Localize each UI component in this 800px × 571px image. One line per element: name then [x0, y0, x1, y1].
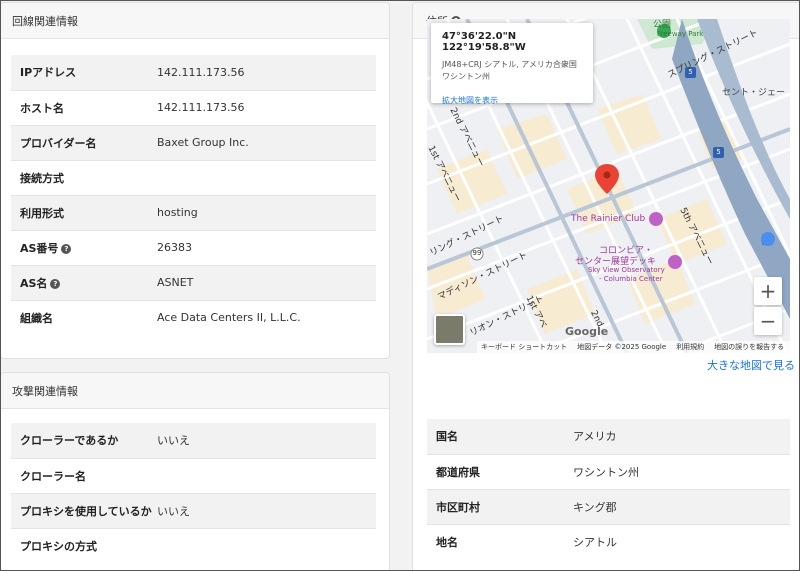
row-value: いいえ	[157, 423, 376, 458]
table-row: クローラーであるか いいえ	[11, 423, 376, 458]
row-label: クローラー名	[11, 457, 157, 493]
line-info-table: IPアドレス 142.111.173.56 ホスト名 142.111.173.56 …	[11, 55, 376, 335]
embedded-map[interactable]: 公園 Freeway Park スプリング・ストリート セント・ジェー 2nd …	[427, 19, 790, 353]
table-row: AS番号? 26383	[11, 229, 376, 265]
row-label: 利用形式	[20, 206, 64, 220]
table-row: クローラー名	[11, 457, 376, 493]
zoom-in-button[interactable]: +	[754, 277, 782, 305]
address-card: 住所?	[412, 2, 800, 571]
question-circle-icon[interactable]: ?	[61, 243, 72, 254]
row-label: プロバイダー名	[20, 136, 97, 150]
row-value: シアトル	[573, 523, 790, 559]
satellite-toggle[interactable]	[434, 314, 465, 345]
interstate-5-shield: 5	[716, 148, 721, 156]
table-row: プロバイダー名 Baxet Group Inc.	[11, 124, 376, 160]
table-row: ホスト名 142.111.173.56	[11, 89, 376, 125]
row-label: IPアドレス	[20, 66, 77, 80]
table-row: プロキシを使用しているか いいえ	[11, 492, 376, 528]
interstate-5-shield: 5	[688, 68, 693, 76]
row-value: いいえ	[157, 492, 376, 528]
line-info-card: 回線関連情報 IPアドレス 142.111.173.56 ホスト名 142.111.…	[0, 2, 390, 359]
row-value: 26383	[157, 229, 376, 265]
map-label-park: 公園	[653, 20, 672, 30]
map-plus-code: JM48+CRJ シアトル, アメリカ合衆国	[442, 60, 577, 69]
table-row: 地名 シアトル	[427, 523, 790, 559]
table-row: 利用形式 hosting	[11, 194, 376, 230]
row-value	[157, 159, 376, 195]
highway-99-shield: 99	[472, 249, 482, 257]
row-value: Baxet Group Inc.	[157, 124, 376, 160]
table-row: プロキシの方式	[11, 527, 376, 563]
row-value: 142.111.173.56	[157, 89, 376, 125]
row-label: AS番号	[20, 241, 59, 255]
table-row: 接続方式	[11, 159, 376, 195]
report-error-link[interactable]: 地図の誤りを報告する	[714, 342, 784, 352]
table-row: 国名 アメリカ	[427, 419, 790, 454]
row-value: 142.111.173.56	[157, 55, 376, 90]
row-value: ワシントン州	[573, 453, 790, 489]
row-label: プロキシの方式	[11, 527, 157, 563]
map-label-rainier-club: The Rainier Club	[571, 214, 646, 224]
row-label: 市区町村	[427, 488, 573, 524]
row-value: ASNET	[157, 264, 376, 300]
row-value: Ace Data Centers II, L.L.C.	[157, 299, 376, 335]
map-attribution-bar: キーボード ショートカット 地図データ ©2025 Google 利用規約 地図…	[477, 341, 790, 353]
row-label: 組織名	[20, 311, 53, 325]
zoom-out-button[interactable]: −	[754, 307, 782, 335]
line-info-title: 回線関連情報	[1, 3, 389, 39]
row-label: ホスト名	[20, 101, 64, 115]
enlarge-map-link[interactable]: 拡大地図を表示	[442, 95, 593, 106]
map-label-freeway-park: Freeway Park	[657, 30, 704, 38]
map-info-popup: 47°36'22.0"N 122°19'58.8"W JM48+CRJ シアトル…	[431, 23, 593, 106]
question-circle-icon[interactable]: ?	[50, 278, 61, 289]
row-label: プロキシを使用しているか	[11, 492, 157, 528]
attack-info-table: クローラーであるか いいえ クローラー名 プロキシを使用しているか いいえ プロキシ…	[11, 423, 376, 563]
row-value: キング郡	[573, 488, 790, 524]
table-row: IPアドレス 142.111.173.56	[11, 55, 376, 90]
row-value	[157, 527, 376, 563]
row-label: 地名	[427, 523, 573, 559]
map-label-seneca: セント・ジェー	[722, 88, 786, 98]
google-logo: Google	[565, 325, 609, 338]
attack-info-title: 攻撃関連情報	[1, 373, 389, 409]
map-label-columbia-en: Sky View Observatory	[588, 266, 665, 274]
big-map-link[interactable]: 大きな地図で見る	[707, 357, 795, 373]
map-data-credit: 地図データ ©2025 Google	[577, 343, 667, 351]
map-coordinates: 47°36'22.0"N 122°19'58.8"W	[442, 31, 526, 53]
map-label-columbia-en2: - Columbia Center	[599, 275, 663, 283]
row-value: アメリカ	[573, 419, 790, 454]
row-label: 国名	[427, 419, 573, 454]
row-label: AS名	[20, 276, 48, 290]
address-table: 国名 アメリカ 都道府県 ワシントン州 市区町村 キング郡 地名 シアトル	[427, 419, 790, 559]
table-row: 市区町村 キング郡	[427, 488, 790, 524]
table-row: AS名? ASNET	[11, 264, 376, 300]
keyboard-shortcuts-link[interactable]: キーボード ショートカット	[481, 342, 567, 352]
map-state: ワシントン州	[442, 72, 490, 81]
row-value: hosting	[157, 194, 376, 230]
table-row: 都道府県 ワシントン州	[427, 453, 790, 489]
table-row: 組織名 Ace Data Centers II, L.L.C.	[11, 299, 376, 335]
row-label: 都道府県	[427, 453, 573, 489]
attack-info-card: 攻撃関連情報 クローラーであるか いいえ クローラー名 プロキシを使用しているかい…	[0, 372, 390, 571]
row-label: 接続方式	[20, 171, 64, 185]
row-label: クローラーであるか	[11, 423, 157, 458]
terms-link[interactable]: 利用規約	[676, 342, 704, 352]
row-value	[157, 457, 376, 493]
